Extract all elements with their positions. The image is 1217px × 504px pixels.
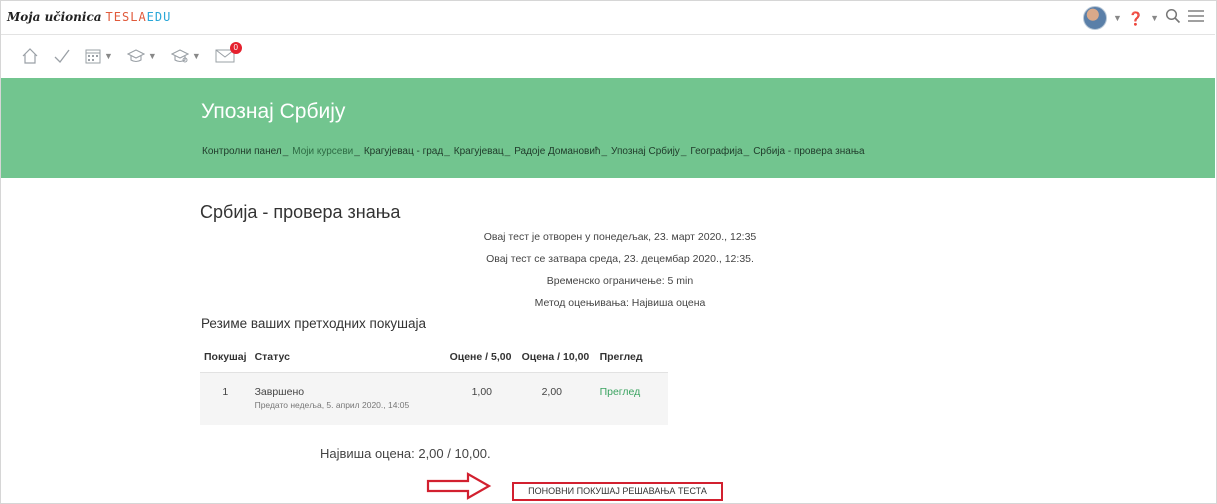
- course-title: Упознај Србију: [201, 100, 346, 123]
- calendar-icon[interactable]: ▼: [85, 48, 113, 64]
- notification-badge: 0: [229, 42, 242, 54]
- attempts-table: Покушај Статус Оцене / 5,00 Оцена / 10,0…: [200, 342, 668, 425]
- attempt-status-cell: Завршено Предато недеља, 5. април 2020.,…: [250, 372, 446, 425]
- courses-cap-icon[interactable]: ▼: [170, 48, 201, 64]
- chevron-down-icon[interactable]: ▼: [1113, 13, 1122, 23]
- breadcrumb-item[interactable]: Крагујевац - град: [364, 146, 443, 157]
- attempt-submitted: Предато недеља, 5. април 2020., 14:05: [254, 400, 410, 410]
- table-row: 1 Завршено Предато недеља, 5. април 2020…: [200, 372, 668, 425]
- header-grade-10: Оцена / 10,00: [517, 342, 596, 373]
- arrow-right-icon: [426, 472, 492, 500]
- home-icon[interactable]: [21, 47, 39, 65]
- breadcrumb-item[interactable]: Географија: [690, 146, 742, 157]
- summary-heading: Резиме ваших претходних покушаја: [201, 316, 427, 331]
- breadcrumb: Контролни панел _ Моји курсеви _ Крагујевац …: [202, 146, 865, 157]
- messages-icon[interactable]: 0: [215, 42, 242, 63]
- menu-icon[interactable]: [1187, 9, 1205, 27]
- breadcrumb-item[interactable]: Упознај Србију: [611, 146, 680, 157]
- logo-tesla-text: TESLAEDU: [105, 10, 172, 24]
- breadcrumb-item[interactable]: Контролни панел: [202, 146, 282, 157]
- attempt-grade-10: 2,00: [517, 372, 596, 425]
- breadcrumb-separator: _: [601, 146, 608, 157]
- quiz-close-info: Овај тест се затвара среда, 23. децембар…: [486, 253, 754, 265]
- breadcrumb-item[interactable]: Србија - провера знања: [753, 146, 864, 157]
- breadcrumb-separator: _: [680, 146, 687, 157]
- secondary-nav: ▼ ▼ ▼ 0: [1, 36, 1215, 78]
- breadcrumb-separator: _: [504, 146, 511, 157]
- attempt-number: 1: [200, 372, 251, 425]
- site-logo[interactable]: Moja učionica TESLAEDU: [7, 10, 171, 24]
- breadcrumb-separator: _: [444, 146, 450, 157]
- help-icon[interactable]: ❓: [1128, 12, 1144, 25]
- graduation-cap-icon[interactable]: ▼: [126, 48, 157, 64]
- header-review: Преглед: [595, 342, 668, 373]
- user-avatar[interactable]: [1082, 6, 1107, 30]
- retry-quiz-button[interactable]: ПОНОВНИ ПОКУШАЈ РЕШАВАЊА ТЕСТА: [512, 482, 723, 501]
- search-icon[interactable]: [1165, 8, 1181, 28]
- logo-script-text: Moja učionica: [7, 10, 102, 24]
- checkmark-icon[interactable]: [53, 47, 71, 65]
- header-grade-5: Оцене / 5,00: [445, 342, 518, 373]
- grading-method-info: Метод оцењивања: Највиша оцена: [534, 297, 706, 309]
- table-header-row: Покушај Статус Оцене / 5,00 Оцена / 10,0…: [200, 342, 668, 373]
- breadcrumb-separator: _: [282, 146, 289, 157]
- highest-grade: Највиша оцена: 2,00 / 10,00.: [320, 446, 491, 461]
- attempt-status: Завршено: [254, 386, 305, 398]
- breadcrumb-item[interactable]: Моји курсеви: [292, 146, 353, 157]
- top-navbar: Moja učionica TESLAEDU ▼ ❓ ▼: [1, 1, 1215, 35]
- header-status: Статус: [250, 342, 446, 373]
- user-tools: ▼ ❓ ▼: [1082, 6, 1205, 30]
- attempt-grade-5: 1,00: [445, 372, 518, 425]
- header-attempt: Покушај: [200, 342, 251, 373]
- breadcrumb-item[interactable]: Радоје Домановић: [514, 146, 600, 157]
- chevron-down-icon[interactable]: ▼: [1150, 13, 1159, 23]
- page-header-banner: Упознај Србију Контролни панел _ Моји курс…: [1, 78, 1215, 178]
- breadcrumb-separator: _: [743, 146, 750, 157]
- breadcrumb-item[interactable]: Крагујевац: [454, 146, 504, 157]
- attempt-review-cell: Преглед: [595, 372, 668, 425]
- breadcrumb-separator: _: [354, 146, 360, 157]
- time-limit-info: Временско ограничење: 5 min: [546, 275, 694, 287]
- quiz-open-info: Овај тест је отворен у понедељак, 23. ма…: [483, 231, 757, 243]
- page-title: Србија - провера знања: [200, 202, 401, 222]
- review-link[interactable]: Преглед: [600, 386, 641, 398]
